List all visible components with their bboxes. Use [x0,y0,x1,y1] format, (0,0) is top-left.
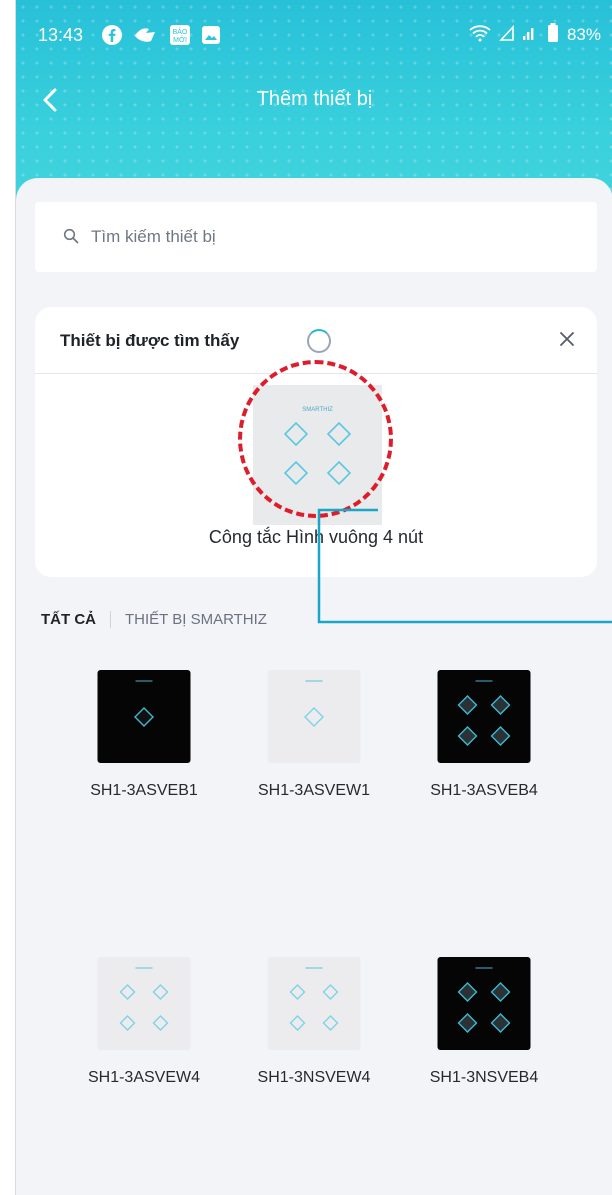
search-input[interactable]: Tìm kiếm thiết bị [35,202,597,272]
status-right: 83% [469,22,601,48]
status-time: 13:43 [38,24,84,45]
wifi-icon [469,24,491,47]
tab-all[interactable]: TẤT CẢ [41,610,111,628]
svg-text:MỚI: MỚI [173,35,187,44]
found-panel-title: Thiết bị được tìm thấy [60,331,240,350]
device-model-label: SH1-3ASVEB4 [430,782,538,799]
device-thumbnail [267,957,361,1050]
news-icon: BÁO MỚI [169,24,191,46]
device-thumbnail [437,957,531,1050]
status-bar: 13:43 BÁO MỚI 83% [38,22,601,48]
search-placeholder: Tìm kiếm thiết bị [91,227,216,246]
device-thumbnail [267,670,361,763]
loading-spinner-icon [307,329,331,353]
device-thumbnail [437,670,531,763]
top-app-bar: Thêm thiết bị [16,78,612,122]
device-thumbnail [97,957,191,1050]
gallery-icon [201,25,221,45]
device-card[interactable]: SH1-3NSVEB4 [389,957,579,1137]
battery-icon [547,22,559,48]
device-card[interactable]: SH1-3ASVEB1 [49,670,239,850]
device-card[interactable]: SH1-3ASVEW1 [219,670,409,850]
facebook-icon [101,24,123,46]
category-tabs: TẤT CẢ THIẾT BỊ SMARTHIZ [41,607,267,631]
device-model-label: SH1-3ASVEW1 [257,782,371,799]
device-card[interactable]: SH1-3ASVEB4 [389,670,579,850]
signal-icon [499,24,539,47]
found-device-name[interactable]: Công tắc Hình vuông 4 nút [35,527,597,548]
chat-icon [133,24,159,46]
page-title: Thêm thiết bị [256,88,373,110]
app-screen: 13:43 BÁO MỚI 83% Thêm thiết bị Tìm kiếm… [15,0,612,1195]
device-model-label: SH1-3NSVEW4 [257,1069,371,1086]
device-card[interactable]: SH1-3ASVEW4 [49,957,239,1137]
tab-smarthiz[interactable]: THIẾT BỊ SMARTHIZ [111,611,267,628]
svg-text:BÁO: BÁO [173,27,188,36]
device-card[interactable]: SH1-3NSVEW4 [219,957,409,1137]
device-model-label: SH1-3ASVEB1 [90,782,198,799]
close-icon[interactable] [557,329,577,349]
device-model-label: SH1-3NSVEB4 [429,1069,539,1086]
device-thumbnail [97,670,191,763]
battery-percent: 83% [566,25,601,44]
annotation-highlight-circle [238,360,393,518]
search-icon [63,228,79,249]
device-model-label: SH1-3ASVEW4 [87,1069,201,1086]
